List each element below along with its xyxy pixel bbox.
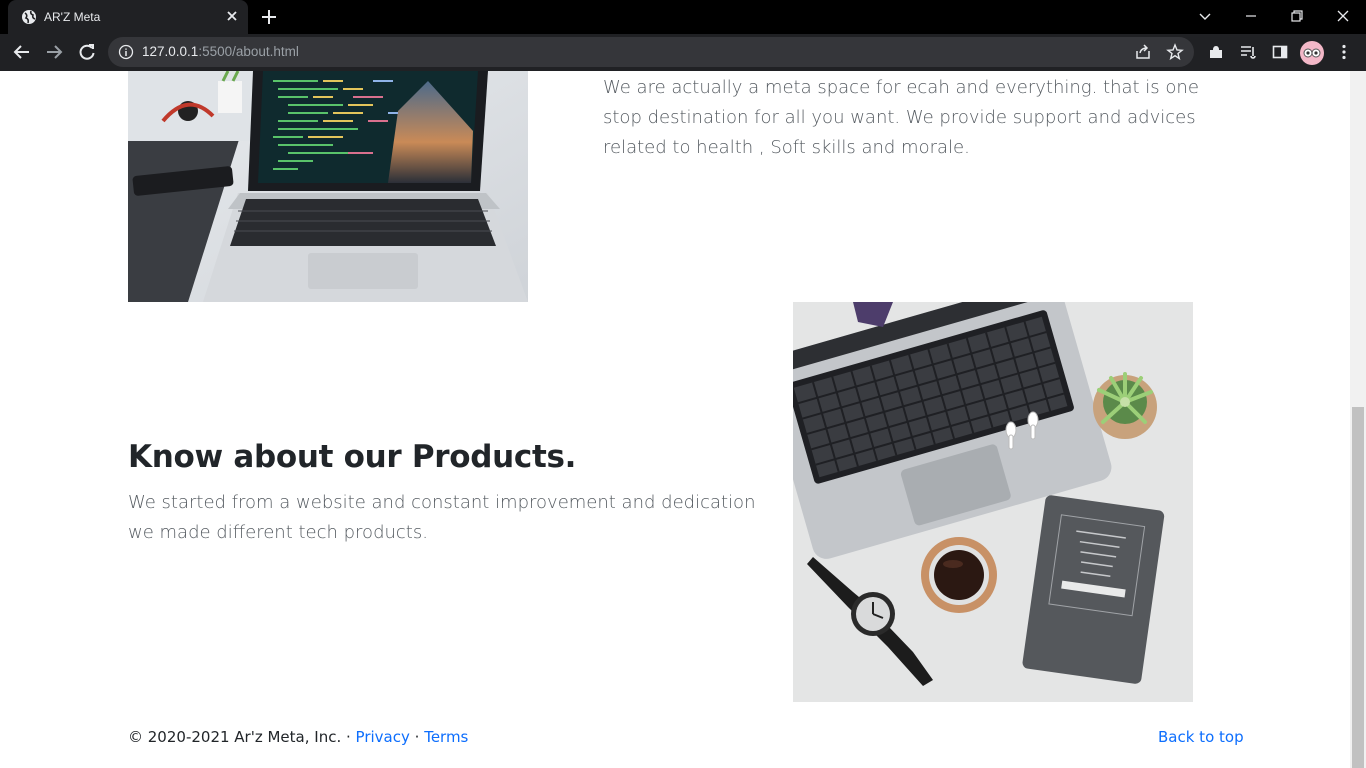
side-panel-icon[interactable] — [1271, 43, 1289, 61]
forward-icon[interactable] — [44, 42, 64, 62]
back-icon[interactable] — [12, 42, 32, 62]
reload-icon[interactable] — [77, 42, 97, 62]
tab-search-icon[interactable] — [1195, 6, 1215, 26]
copyright-text: © 2020-2021 Ar'z Meta, Inc. · — [128, 728, 351, 746]
new-tab-icon[interactable] — [260, 8, 278, 26]
footer-separator: · — [414, 728, 420, 746]
menu-kebab-icon[interactable] — [1335, 43, 1353, 61]
back-to-top-link[interactable]: Back to top — [1158, 728, 1244, 746]
bookmark-star-icon[interactable] — [1166, 43, 1184, 61]
browser-tab[interactable]: AR'Z Meta — [8, 0, 248, 34]
browser-toolbar: 127.0.0.1:5500/about.html — [0, 34, 1366, 71]
minimize-icon[interactable] — [1241, 6, 1261, 26]
globe-icon — [22, 10, 36, 24]
scrollbar-thumb[interactable] — [1352, 407, 1364, 768]
terms-link[interactable]: Terms — [424, 728, 468, 746]
info-icon[interactable] — [118, 44, 134, 60]
workspace-flatlay-image — [793, 302, 1193, 702]
page-scrollbar[interactable] — [1350, 71, 1366, 768]
profile-avatar[interactable] — [1300, 41, 1324, 65]
tab-strip: AR'Z Meta — [0, 0, 1366, 34]
address-bar[interactable]: 127.0.0.1:5500/about.html — [108, 37, 1194, 67]
tab-title: AR'Z Meta — [44, 10, 101, 24]
share-icon[interactable] — [1134, 43, 1152, 61]
page-content: We are actually a meta space for ecah an… — [0, 71, 1350, 768]
laptop-code-image — [128, 71, 528, 302]
restore-icon[interactable] — [1287, 6, 1307, 26]
products-heading: Know about our Products. — [128, 439, 577, 475]
close-window-icon[interactable] — [1333, 6, 1353, 26]
extensions-icon[interactable] — [1207, 43, 1225, 61]
about-meta-text: We are actually a meta space for ecah an… — [603, 77, 1199, 158]
privacy-link[interactable]: Privacy — [356, 728, 410, 746]
products-text: We started from a website and constant i… — [128, 492, 756, 543]
avatar-icon — [1303, 48, 1321, 58]
close-tab-icon[interactable] — [224, 8, 240, 24]
media-control-icon[interactable] — [1239, 43, 1257, 61]
footer-copyright: © 2020-2021 Ar'z Meta, Inc. · Privacy · … — [128, 728, 468, 746]
url-text[interactable]: 127.0.0.1:5500/about.html — [142, 44, 299, 60]
